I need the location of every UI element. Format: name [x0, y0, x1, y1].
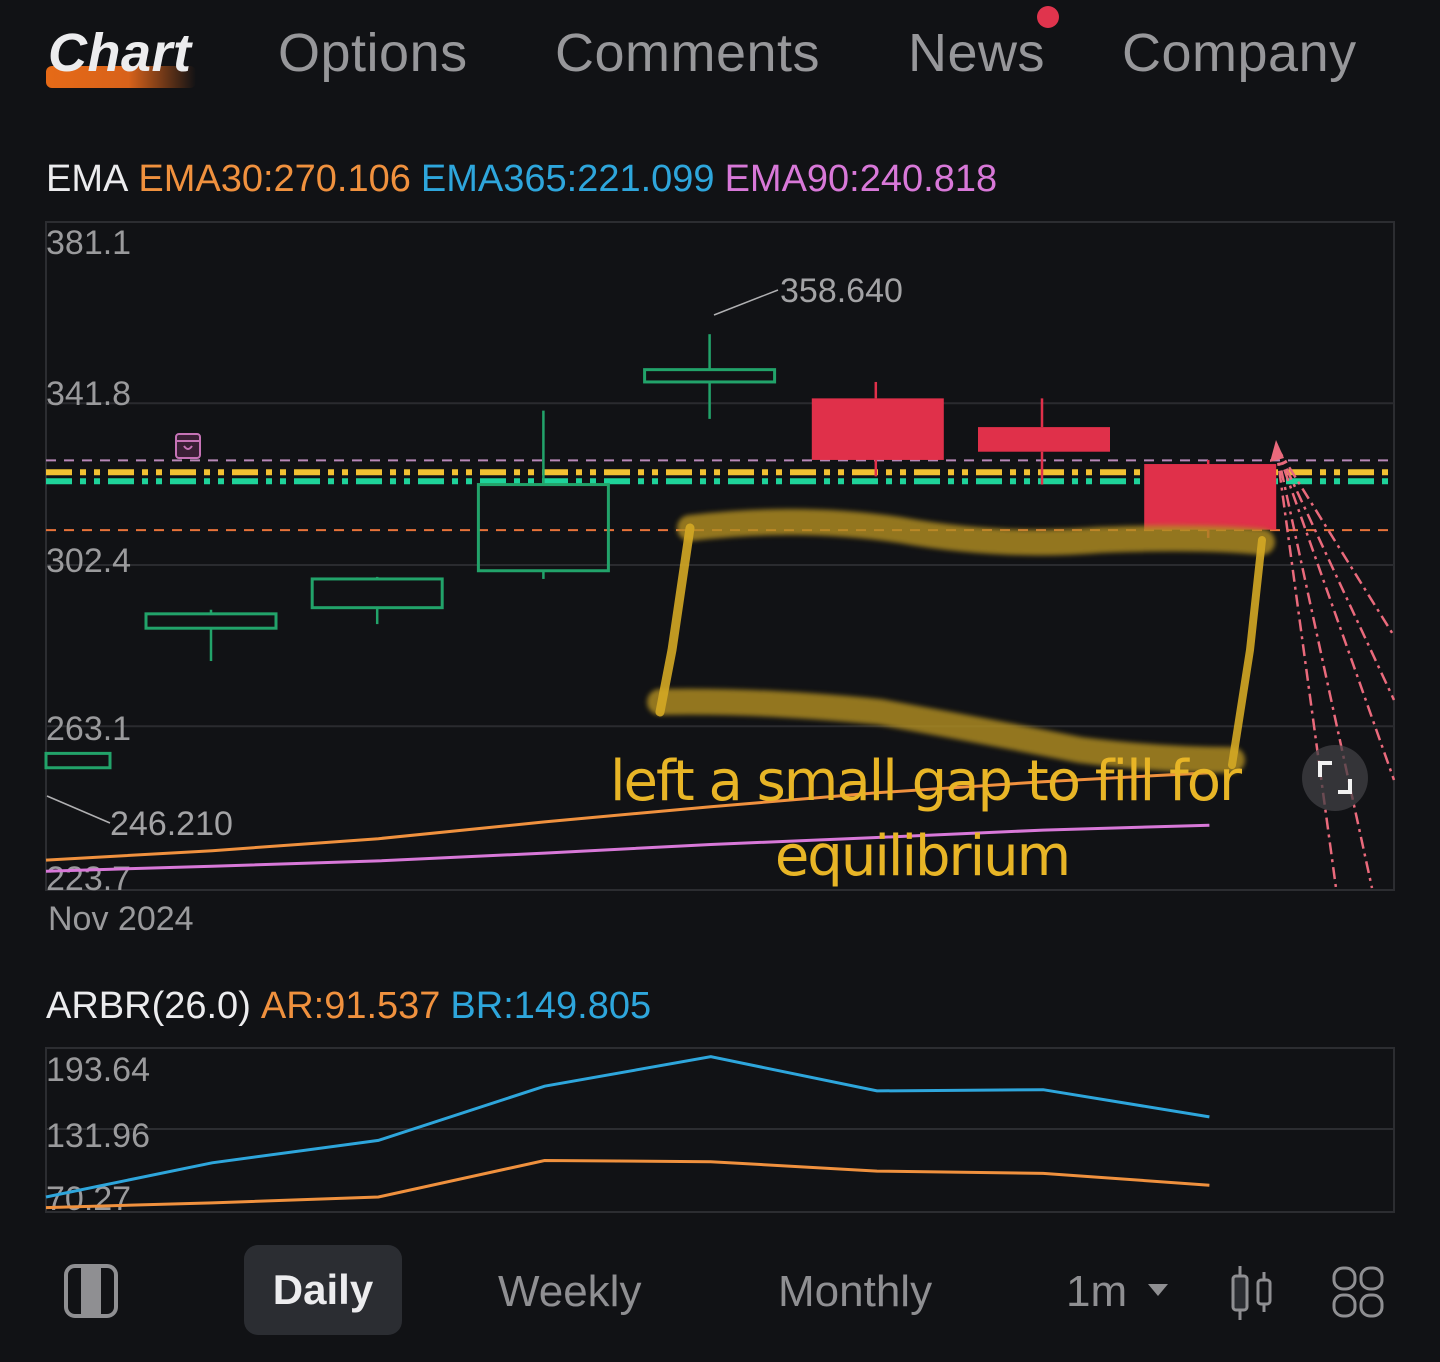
- period-monthly-button[interactable]: Monthly: [778, 1267, 932, 1317]
- main-y-ticks: 381.1 341.8 302.4 263.1 223.7: [46, 224, 131, 898]
- candle-body-partial: [44, 751, 112, 770]
- handwritten-note-line1: left a small gap to fill for: [610, 749, 1243, 814]
- arbr-line-ar: [45, 1158, 1210, 1210]
- fan-drawing[interactable]: [1270, 440, 1396, 889]
- arbr-lines: [45, 1055, 1210, 1210]
- panel-toggle-button[interactable]: [64, 1264, 118, 1318]
- expand-icon: [1318, 761, 1352, 794]
- candle-body: [978, 427, 1110, 452]
- charts-canvas: 381.1 341.8 302.4 263.1 223.7 Nov 2024 3…: [44, 221, 1396, 1218]
- arbr-y-tick-label: 131.96: [46, 1117, 150, 1155]
- max-price-label: 358.640: [780, 272, 903, 310]
- interval-value: 1m: [1066, 1267, 1128, 1316]
- candle-body: [310, 577, 444, 610]
- min-label-leader: [46, 795, 111, 824]
- chart-type-button[interactable]: [1228, 1262, 1276, 1322]
- candle-body: [811, 398, 944, 460]
- period-weekly-button[interactable]: Weekly: [498, 1267, 641, 1317]
- max-label-leader: [713, 289, 779, 316]
- alert-marker-icon[interactable]: [175, 433, 201, 459]
- bottom-toolbar: Daily Weekly Monthly 1m: [0, 1232, 1440, 1362]
- interval-dropdown[interactable]: 1m: [1066, 1267, 1169, 1317]
- y-tick-label: 381.1: [46, 224, 131, 262]
- candle-body: [476, 483, 610, 573]
- y-tick-label: 341.8: [46, 375, 131, 413]
- panel-toggle-icon: [64, 1264, 118, 1318]
- candlestick-icon: [1231, 1266, 1272, 1320]
- chevron-down-icon: [1148, 1284, 1169, 1296]
- min-price-label: 246.210: [110, 805, 233, 843]
- fan-line: [1274, 445, 1338, 889]
- arbr-y-tick-label: 70.27: [46, 1180, 131, 1218]
- y-tick-label: 302.4: [46, 542, 131, 580]
- fullscreen-button[interactable]: [1302, 745, 1368, 811]
- more-menu-button[interactable]: [1332, 1266, 1384, 1318]
- y-tick-label: 263.1: [46, 710, 131, 748]
- candle-body: [144, 612, 278, 630]
- grid-icon: [1332, 1266, 1384, 1318]
- arbr-line-br: [45, 1055, 1210, 1199]
- fan-line: [1274, 445, 1374, 889]
- arbr-y-tick-label: 193.64: [46, 1051, 150, 1089]
- fan-line: [1274, 445, 1396, 781]
- handwritten-note-line2: equilibrium: [775, 824, 1069, 889]
- y-tick-label: 223.7: [46, 860, 131, 898]
- main-grid: [46, 402, 1394, 728]
- candle-body: [1144, 464, 1277, 530]
- x-axis-label: Nov 2024: [48, 900, 194, 938]
- candle-body: [643, 368, 777, 384]
- period-daily-button[interactable]: Daily: [244, 1245, 402, 1335]
- highlight-box-drawing: [647, 508, 1275, 773]
